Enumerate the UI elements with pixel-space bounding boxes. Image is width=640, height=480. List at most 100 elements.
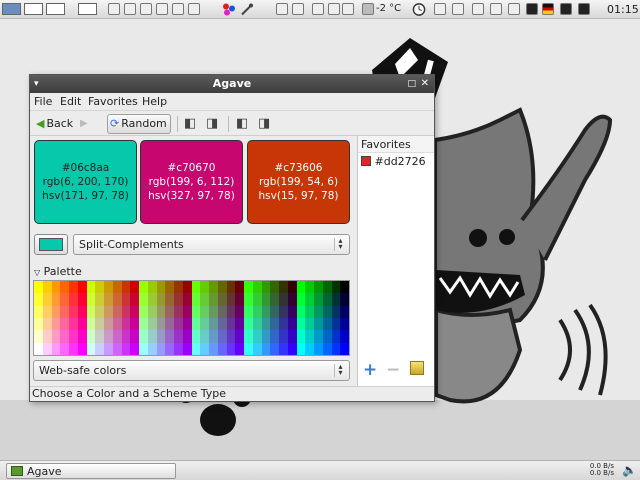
palette-cell[interactable] xyxy=(279,281,288,294)
palette-cell[interactable] xyxy=(244,305,253,318)
palette-cell[interactable] xyxy=(34,342,43,355)
eyedropper-icon[interactable] xyxy=(240,2,254,17)
maximize-icon[interactable]: □ xyxy=(407,75,416,93)
remove-favorite-icon[interactable]: − xyxy=(386,360,400,380)
palette-cell[interactable] xyxy=(139,330,148,343)
palette-cell[interactable] xyxy=(60,342,69,355)
palette-cell[interactable] xyxy=(60,281,69,294)
palette-cell[interactable] xyxy=(287,293,297,306)
palette-cell[interactable] xyxy=(174,305,183,318)
calendar-icon[interactable] xyxy=(140,3,152,15)
palette-cell[interactable] xyxy=(51,305,61,318)
palette-cell[interactable] xyxy=(305,342,314,355)
palette-block[interactable] xyxy=(86,281,139,355)
scheme-type-select[interactable]: Split-Complements ▴ ▾ xyxy=(73,234,350,255)
palette-cell[interactable] xyxy=(270,293,279,306)
launcher-icon[interactable] xyxy=(124,3,136,15)
palette-cell[interactable] xyxy=(34,281,43,294)
palette-cell[interactable] xyxy=(296,281,306,294)
palette-cell[interactable] xyxy=(104,342,113,355)
color-swatch-1[interactable]: #06c8aa rgb(6, 200, 170) hsv(171, 97, 78… xyxy=(34,140,137,224)
palette-cell[interactable] xyxy=(340,342,349,355)
window-menu-icon[interactable]: ▾ xyxy=(34,75,39,93)
palette-cell[interactable] xyxy=(60,293,69,306)
palette-cell[interactable] xyxy=(217,330,227,343)
palette-expander[interactable]: ▽ Palette xyxy=(34,265,82,278)
palette-cell[interactable] xyxy=(34,293,43,306)
palette-cell[interactable] xyxy=(139,293,148,306)
palette-block[interactable] xyxy=(244,281,297,355)
palette-cell[interactable] xyxy=(77,281,87,294)
palette-cell[interactable] xyxy=(69,293,78,306)
palette-cell[interactable] xyxy=(121,293,131,306)
palette-cell[interactable] xyxy=(60,305,69,318)
palette-cell[interactable] xyxy=(322,305,332,318)
palette-cell[interactable] xyxy=(51,330,61,343)
palette-cell[interactable] xyxy=(331,342,341,355)
palette-cell[interactable] xyxy=(235,305,244,318)
palette-cell[interactable] xyxy=(156,317,166,331)
workspace-3[interactable] xyxy=(46,3,65,15)
palette-cell[interactable] xyxy=(104,293,113,306)
palette-cell[interactable] xyxy=(217,317,227,331)
lighten-icon[interactable]: ◨ xyxy=(206,116,218,131)
palette-block[interactable] xyxy=(296,281,349,355)
palette-cell[interactable] xyxy=(86,317,96,331)
palette-cell[interactable] xyxy=(60,330,69,343)
palette-cell[interactable] xyxy=(270,330,279,343)
palette-cell[interactable] xyxy=(226,330,236,343)
palette-cell[interactable] xyxy=(314,317,323,331)
palette-cell[interactable] xyxy=(42,293,52,306)
palette-cell[interactable] xyxy=(156,330,166,343)
palette-cell[interactable] xyxy=(182,342,192,355)
window-titlebar[interactable]: ▾ Agave □ ✕ xyxy=(30,75,434,93)
palette-cell[interactable] xyxy=(279,293,288,306)
palette-cell[interactable] xyxy=(95,293,104,306)
palette-cell[interactable] xyxy=(156,305,166,318)
palette-cell[interactable] xyxy=(322,293,332,306)
palette-cell[interactable] xyxy=(331,317,341,331)
palette-cell[interactable] xyxy=(261,305,271,318)
palette-cell[interactable] xyxy=(209,281,218,294)
clock[interactable]: 01:15 xyxy=(607,3,639,16)
palette-cell[interactable] xyxy=(174,317,183,331)
palette-cell[interactable] xyxy=(165,342,174,355)
palette-cell[interactable] xyxy=(200,342,209,355)
clock-icon[interactable] xyxy=(411,2,427,17)
palette-cell[interactable] xyxy=(104,281,113,294)
palette-cell[interactable] xyxy=(147,330,157,343)
add-favorite-icon[interactable]: + xyxy=(363,360,377,380)
palette-cell[interactable] xyxy=(95,317,104,331)
palette-cell[interactable] xyxy=(200,293,209,306)
palette-cell[interactable] xyxy=(130,317,139,331)
palette-cell[interactable] xyxy=(217,305,227,318)
palette-cell[interactable] xyxy=(261,281,271,294)
palette-cell[interactable] xyxy=(182,305,192,318)
palette-cell[interactable] xyxy=(287,342,297,355)
palette-cell[interactable] xyxy=(182,330,192,343)
app-icon[interactable] xyxy=(508,3,520,15)
palette-cell[interactable] xyxy=(244,293,253,306)
palette-cell[interactable] xyxy=(104,317,113,331)
back-button[interactable]: ◀ Back xyxy=(33,114,77,134)
palette-cell[interactable] xyxy=(252,330,262,343)
current-color-button[interactable] xyxy=(34,234,68,255)
palette-cell[interactable] xyxy=(279,317,288,331)
palette-cell[interactable] xyxy=(77,342,87,355)
palette-cell[interactable] xyxy=(121,281,131,294)
palette-cell[interactable] xyxy=(130,330,139,343)
palette-cell[interactable] xyxy=(261,330,271,343)
palette-cell[interactable] xyxy=(244,342,253,355)
favorite-item[interactable]: #dd2726 xyxy=(358,153,434,170)
palette-cell[interactable] xyxy=(147,293,157,306)
palette-cell[interactable] xyxy=(287,281,297,294)
palette-cell[interactable] xyxy=(200,330,209,343)
palette-cell[interactable] xyxy=(42,305,52,318)
palette-cell[interactable] xyxy=(244,281,253,294)
app-icon[interactable] xyxy=(490,3,502,15)
palette-cell[interactable] xyxy=(165,293,174,306)
palette-cell[interactable] xyxy=(112,293,122,306)
palette-cell[interactable] xyxy=(139,305,148,318)
menu-help[interactable]: Help xyxy=(142,95,167,108)
palette-cell[interactable] xyxy=(217,342,227,355)
